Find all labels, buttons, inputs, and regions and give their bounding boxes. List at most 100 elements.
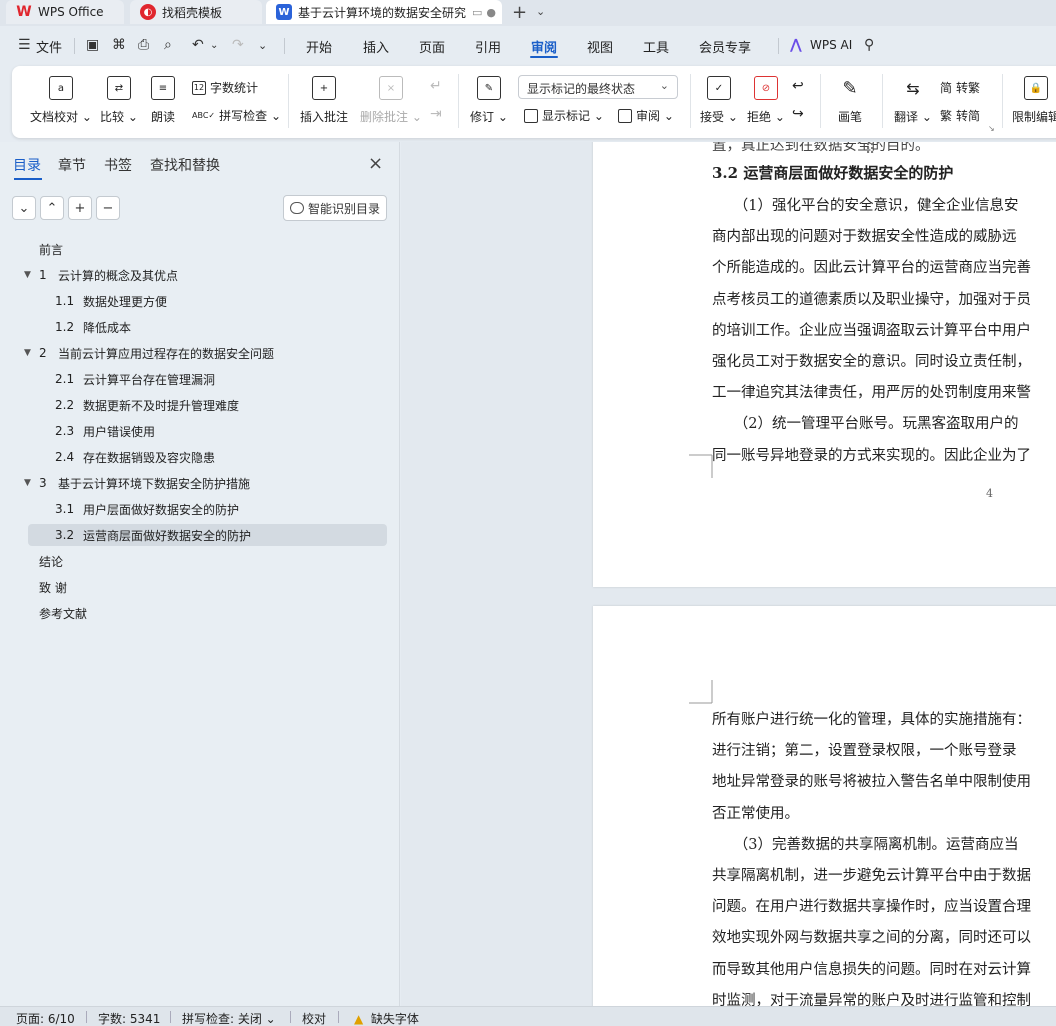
undo-icon[interactable]: ↶ — [192, 37, 204, 53]
toc-item[interactable]: 1.2 降低成本 — [28, 316, 387, 338]
toc-item[interactable]: 1.1 数据处理更方便 — [28, 290, 387, 312]
undo-dropdown-icon[interactable]: ⌄ — [210, 40, 218, 51]
tab-templates[interactable]: ◐ 找稻壳模板 — [130, 0, 262, 24]
accept-icon: ✓ — [706, 76, 731, 100]
to-traditional-button[interactable]: 简 转繁 — [940, 79, 980, 96]
toc-item[interactable]: 2.3 用户错误使用 — [28, 420, 387, 442]
page-indicator[interactable]: 页面: 6/10 — [16, 1010, 75, 1026]
reject-button[interactable]: ⊘ 拒绝 ⌄ — [747, 76, 785, 125]
chevron-down-icon[interactable]: ⌄ — [536, 5, 545, 18]
reject-icon: ⊘ — [753, 76, 778, 100]
word-count-button[interactable]: 12 字数统计 — [192, 79, 258, 96]
expand-arrow-icon[interactable]: ▼ — [24, 478, 31, 488]
more-chevron-icon[interactable]: ⌄ — [258, 39, 267, 52]
menu-references[interactable]: 引用 — [475, 37, 501, 56]
spell-check-status[interactable]: 拼写检查: 关闭 ⌄ — [182, 1010, 276, 1026]
toc-number: 3.2 — [55, 528, 75, 542]
menu-tools[interactable]: 工具 — [643, 37, 669, 56]
spell-check-button[interactable]: ABC✓ 拼写检查 ⌄ — [192, 107, 281, 124]
expand-arrow-icon[interactable]: ▼ — [24, 348, 31, 358]
doc-check-button[interactable]: a 文档校对 ⌄ — [30, 76, 92, 125]
toc-title: 数据更新不及时提升管理难度 — [83, 398, 240, 413]
review-pane-label: 审阅 — [636, 109, 661, 123]
tab-find-replace[interactable]: 查找和替换 — [150, 155, 220, 175]
promote-button[interactable]: + — [68, 196, 92, 220]
to-simplified-label: 转简 — [956, 109, 981, 123]
expand-up-button[interactable]: ⌃ — [40, 196, 64, 220]
toc-item[interactable]: ▼ 3 基于云计算环境下数据安全防护措施 — [24, 472, 387, 494]
margin-corner-mark — [689, 680, 713, 704]
word-count-status[interactable]: 字数: 5341 — [98, 1010, 160, 1026]
print-icon[interactable]: ⎙ — [138, 37, 149, 53]
tab-toc[interactable]: 目录 — [13, 155, 41, 175]
toc-item[interactable]: 3.2 运营商层面做好数据安全的防护 — [28, 524, 387, 546]
proofread-status[interactable]: 校对 — [302, 1010, 326, 1026]
toc-item[interactable]: 致 谢 — [28, 576, 387, 598]
new-tab-icon[interactable]: + — [512, 2, 527, 23]
expand-group-icon[interactable]: ↘ — [988, 124, 995, 133]
review-pane-button[interactable]: 审阅 ⌄ — [618, 107, 674, 124]
compare-button[interactable]: ⇄ 比较 ⌄ — [100, 76, 138, 125]
menu-review[interactable]: 审阅 — [531, 37, 557, 56]
read-aloud-button[interactable]: ≡ 朗读 — [151, 76, 175, 125]
menu-file[interactable]: 文件 — [36, 37, 62, 56]
spell-check-label: 拼写检查 — [219, 109, 268, 123]
hamburger-icon[interactable]: ☰ — [18, 37, 31, 53]
search-icon[interactable]: ⚲ — [864, 37, 874, 53]
next-change-icon[interactable]: ↪ — [792, 106, 804, 122]
expand-arrow-icon[interactable]: ▼ — [24, 270, 31, 280]
warning-icon: ▲ — [354, 1012, 364, 1026]
menu-page[interactable]: 页面 — [419, 37, 445, 56]
close-icon[interactable]: × — [368, 153, 383, 174]
tab-wps-office[interactable]: W WPS Office — [6, 0, 124, 24]
chevron-down-icon: ⌄ — [659, 79, 669, 92]
save-icon[interactable]: ▣ — [86, 37, 99, 53]
menu-view[interactable]: 视图 — [587, 37, 613, 56]
drag-handle-icon[interactable]: ⠿ — [865, 142, 875, 158]
pen-button[interactable]: ✎ 画笔 — [838, 76, 862, 125]
show-markup-icon — [524, 108, 538, 123]
writer-doc-icon: W — [276, 4, 292, 20]
toc-item[interactable]: 前言 — [28, 238, 387, 260]
menu-insert[interactable]: 插入 — [363, 37, 389, 56]
tab-label: 找稻壳模板 — [162, 5, 223, 20]
insert-comment-button[interactable]: + 插入批注 — [300, 76, 348, 125]
accept-button[interactable]: ✓ 接受 ⌄ — [700, 76, 738, 125]
toc-item[interactable]: 2.1 云计算平台存在管理漏洞 — [28, 368, 387, 390]
toc-item[interactable]: 3.1 用户层面做好数据安全的防护 — [28, 498, 387, 520]
collapse-all-button[interactable]: ⌄ — [12, 196, 36, 220]
toc-item[interactable]: 2.4 存在数据销毁及容灾隐患 — [28, 446, 387, 468]
toc-item[interactable]: 2.2 数据更新不及时提升管理难度 — [28, 394, 387, 416]
menu-wps-ai[interactable]: WPS AI — [810, 38, 852, 52]
insert-comment-label: 插入批注 — [300, 110, 349, 124]
document-page[interactable]: 置，真正达到在数据安全的目的。 ⠿ 3.2 运营商层面做好数据安全的防护 （1）… — [593, 142, 1056, 587]
share-icon[interactable]: ⌘ — [112, 37, 126, 53]
unsaved-dot-icon[interactable]: ● — [486, 6, 496, 19]
restrict-edit-button[interactable]: 🔒 限制编辑 — [1012, 76, 1056, 125]
to-simplified-button[interactable]: 繁 转简 — [940, 107, 980, 124]
toc-item[interactable]: ▼ 1 云计算的概念及其优点 — [24, 264, 387, 286]
document-canvas[interactable]: 置，真正达到在数据安全的目的。 ⠿ 3.2 运营商层面做好数据安全的防护 （1）… — [401, 142, 1056, 1006]
markup-state-select[interactable]: 显示标记的最终状态 ⌄ — [518, 75, 678, 99]
document-line: 个所能造成的。因此云计算平台的运营商应当完善 — [712, 260, 1031, 277]
toc-item[interactable]: 结论 — [28, 550, 387, 572]
track-changes-button[interactable]: ✎ 修订 ⌄ — [470, 76, 508, 125]
toc-item[interactable]: ▼ 2 当前云计算应用过程存在的数据安全问题 — [24, 342, 387, 364]
smart-toc-button[interactable]: 智能识别目录 — [283, 195, 387, 221]
menu-member[interactable]: 会员专享 — [699, 37, 751, 56]
tab-bookmarks[interactable]: 书签 — [104, 155, 132, 175]
translate-button[interactable]: ⇆ 翻译 ⌄ — [894, 76, 932, 125]
show-markup-button[interactable]: 显示标记 ⌄ — [524, 107, 604, 124]
active-tab-indicator — [530, 56, 558, 58]
tab-document[interactable]: W 基于云计算环境的数据安全研究 ▭ ● — [266, 0, 502, 24]
toc-item[interactable]: 参考文献 — [28, 602, 387, 624]
print-preview-icon[interactable]: ⌕ — [164, 37, 172, 53]
tab-sections[interactable]: 章节 — [58, 155, 86, 175]
tab-label: WPS Office — [38, 5, 104, 19]
missing-font-status[interactable]: ▲ 缺失字体 — [354, 1010, 419, 1026]
menu-home[interactable]: 开始 — [306, 37, 332, 56]
ribbon-toolbar: a 文档校对 ⌄ ⇄ 比较 ⌄ ≡ 朗读 12 字数统计 ABC✓ 拼写检查 ⌄… — [12, 66, 1056, 138]
prev-change-icon[interactable]: ↩ — [792, 78, 804, 94]
demote-button[interactable]: − — [96, 196, 120, 220]
document-page[interactable]: 所有账户进行统一化的管理，具体的实施措施有： 进行注销；第二，设置登录权限，一个账… — [593, 606, 1056, 1006]
